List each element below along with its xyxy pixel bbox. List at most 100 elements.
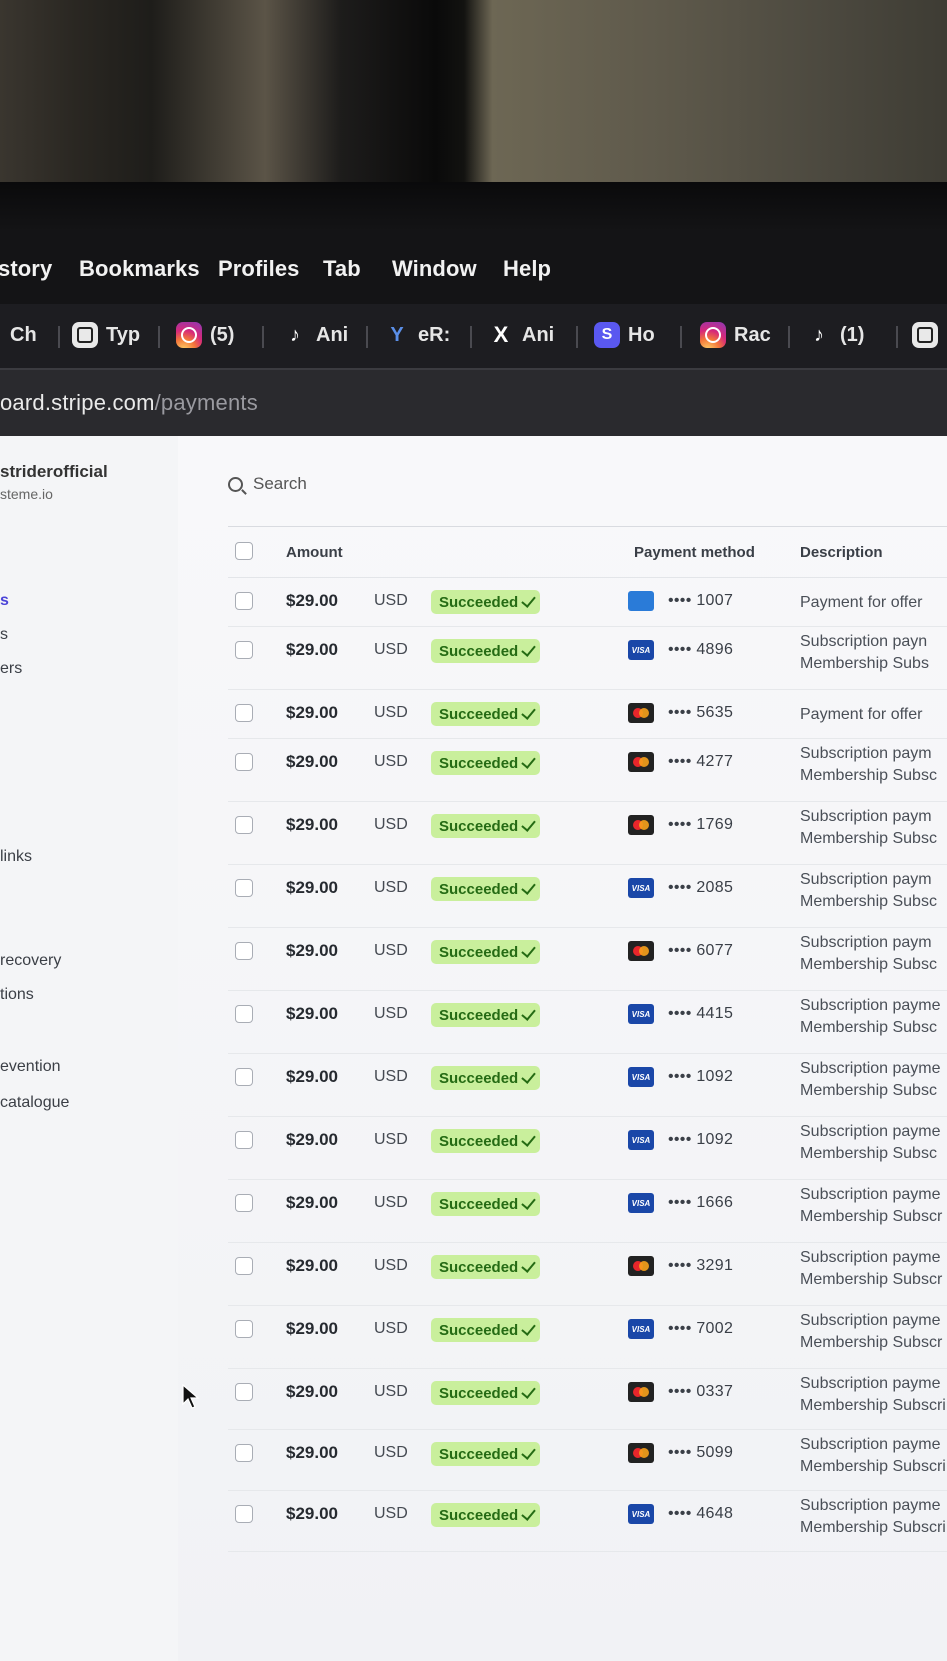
- table-row[interactable]: $29.00 USD Succeeded •••• 3291 Subscription …: [228, 1243, 947, 1306]
- column-header-amount[interactable]: Amount: [286, 544, 343, 561]
- x-logo-icon: X: [493, 322, 509, 347]
- payment-description: Subscription paym Membership Subsc: [800, 806, 937, 850]
- row-checkbox[interactable]: [235, 1131, 253, 1149]
- table-row[interactable]: $29.00 USD Succeeded •••• 5635 Payment for o…: [228, 690, 947, 739]
- row-checkbox[interactable]: [235, 1194, 253, 1212]
- instagram-icon: [176, 322, 202, 348]
- row-checkbox[interactable]: [235, 942, 253, 960]
- row-checkbox[interactable]: [235, 1383, 253, 1401]
- browser-tab[interactable]: ♪ (1): [806, 316, 878, 354]
- table-row[interactable]: $29.00 USD Succeeded VISA •••• 4415 Subscript…: [228, 991, 947, 1054]
- row-checkbox[interactable]: [235, 1005, 253, 1023]
- status-text: Succeeded: [439, 1132, 519, 1150]
- description-line: Membership Subscr: [800, 1334, 943, 1351]
- sidebar-item-customers[interactable]: ers: [0, 660, 22, 678]
- payment-currency: USD: [374, 1131, 408, 1148]
- column-header-payment-method[interactable]: Payment method: [634, 544, 755, 561]
- mastercard-card-icon: [628, 752, 654, 772]
- table-row[interactable]: $29.00 USD Succeeded •••• 1007 Payment for o…: [228, 578, 947, 627]
- browser-tab[interactable]: Typ: [72, 316, 144, 354]
- row-checkbox[interactable]: [235, 1444, 253, 1462]
- payment-description: Subscription payme Membership Subscr: [800, 1184, 942, 1228]
- sidebar-item-payments[interactable]: s: [0, 592, 9, 610]
- table-row[interactable]: $29.00 USD Succeeded •••• 4277 Subscription …: [228, 739, 947, 802]
- menu-bookmarks[interactable]: Bookmarks: [79, 256, 200, 282]
- table-row[interactable]: $29.00 USD Succeeded VISA •••• 7002 Subscript…: [228, 1306, 947, 1369]
- row-checkbox[interactable]: [235, 641, 253, 659]
- status-text: Succeeded: [439, 1445, 519, 1463]
- checkmark-icon: [521, 1068, 536, 1084]
- table-row[interactable]: $29.00 USD Succeeded •••• 0337 Subscription …: [228, 1369, 947, 1430]
- row-checkbox[interactable]: [235, 753, 253, 771]
- table-row[interactable]: $29.00 USD Succeeded VISA •••• 1666 Subscript…: [228, 1180, 947, 1243]
- description-line: Subscription payme: [800, 1312, 941, 1329]
- browser-tab[interactable]: Rac: [700, 316, 772, 354]
- payment-description: Payment for offer: [800, 592, 922, 614]
- description-line: Subscription payme: [800, 1060, 941, 1077]
- sidebar-item-payment-links[interactable]: links: [0, 848, 32, 866]
- browser-tab[interactable]: S Ho: [594, 316, 664, 354]
- column-header-description[interactable]: Description: [800, 544, 883, 561]
- sidebar-item-subscriptions[interactable]: tions: [0, 986, 34, 1004]
- row-checkbox[interactable]: [235, 592, 253, 610]
- row-checkbox[interactable]: [235, 1505, 253, 1523]
- status-text: Succeeded: [439, 880, 519, 898]
- search-input[interactable]: Search: [253, 474, 307, 494]
- table-row[interactable]: $29.00 USD Succeeded •••• 6077 Subscription …: [228, 928, 947, 991]
- status-badge: Succeeded: [431, 1255, 541, 1279]
- table-row[interactable]: $29.00 USD Succeeded VISA •••• 1092 Subscript…: [228, 1117, 947, 1180]
- row-checkbox[interactable]: [235, 1257, 253, 1275]
- browser-tab[interactable]: Ch: [10, 316, 50, 354]
- browser-tab[interactable]: (5): [176, 316, 248, 354]
- menu-help[interactable]: Help: [503, 256, 551, 282]
- monitor-bezel: [0, 182, 947, 232]
- description-line: Subscription payme: [800, 1497, 941, 1514]
- card-last4: •••• 1769: [668, 816, 734, 833]
- status-badge: Succeeded: [431, 1381, 541, 1405]
- sidebar-item[interactable]: s: [0, 626, 8, 644]
- menu-profiles[interactable]: Profiles: [218, 256, 300, 282]
- menu-history[interactable]: story: [0, 256, 52, 282]
- payment-description: Subscription payme Membership Subscr: [800, 1310, 942, 1354]
- row-checkbox[interactable]: [235, 1320, 253, 1338]
- row-checkbox[interactable]: [235, 1068, 253, 1086]
- card-last4: •••• 4277: [668, 753, 734, 770]
- mastercard-card-icon: [628, 1382, 654, 1402]
- payment-description: Subscription payn Membership Subs: [800, 631, 929, 675]
- table-row[interactable]: $29.00 USD Succeeded VISA •••• 4648 Subscript…: [228, 1491, 947, 1552]
- payment-currency: USD: [374, 1257, 408, 1274]
- row-checkbox[interactable]: [235, 879, 253, 897]
- payment-description: Subscription paym Membership Subsc: [800, 932, 937, 976]
- table-row[interactable]: $29.00 USD Succeeded •••• 1769 Subscription …: [228, 802, 947, 865]
- search-bar[interactable]: Search: [228, 474, 307, 494]
- address-bar[interactable]: oard.stripe.com/payments: [0, 368, 947, 436]
- select-all-checkbox[interactable]: [235, 542, 253, 560]
- payment-description: Subscription payme Membership Subsc: [800, 1058, 941, 1102]
- description-line: Subscription paym: [800, 745, 932, 762]
- visa-card-icon: VISA: [628, 1004, 654, 1024]
- row-checkbox[interactable]: [235, 816, 253, 834]
- table-row[interactable]: $29.00 USD Succeeded VISA •••• 1092 Subscript…: [228, 1054, 947, 1117]
- sidebar-item-product-catalogue[interactable]: catalogue: [0, 1094, 69, 1112]
- status-text: Succeeded: [439, 1321, 519, 1339]
- browser-tab[interactable]: X Ani: [488, 316, 560, 354]
- browser-tab[interactable]: Y eR:: [384, 316, 454, 354]
- tab-separator: [576, 326, 578, 348]
- browser-tab[interactable]: ♪ Ani: [282, 316, 352, 354]
- table-row[interactable]: $29.00 USD Succeeded VISA •••• 4896 Subscript…: [228, 627, 947, 690]
- status-text: Succeeded: [439, 943, 519, 961]
- payment-amount: $29.00: [286, 1130, 338, 1149]
- row-checkbox[interactable]: [235, 704, 253, 722]
- browser-tab[interactable]: [912, 316, 947, 354]
- sidebar-item-revenue-recovery[interactable]: recovery: [0, 952, 61, 970]
- checkmark-icon: [521, 1320, 536, 1336]
- url-text[interactable]: oard.stripe.com/payments: [0, 390, 258, 416]
- account-name[interactable]: striderofficial: [0, 462, 108, 482]
- checkmark-icon: [521, 1257, 536, 1273]
- table-row[interactable]: $29.00 USD Succeeded VISA •••• 2085 Subscript…: [228, 865, 947, 928]
- tab-title: eR:: [418, 323, 451, 346]
- sidebar-item-fraud-prevention[interactable]: evention: [0, 1058, 61, 1076]
- menu-tab[interactable]: Tab: [323, 256, 361, 282]
- table-row[interactable]: $29.00 USD Succeeded •••• 5099 Subscription …: [228, 1430, 947, 1491]
- menu-window[interactable]: Window: [392, 256, 477, 282]
